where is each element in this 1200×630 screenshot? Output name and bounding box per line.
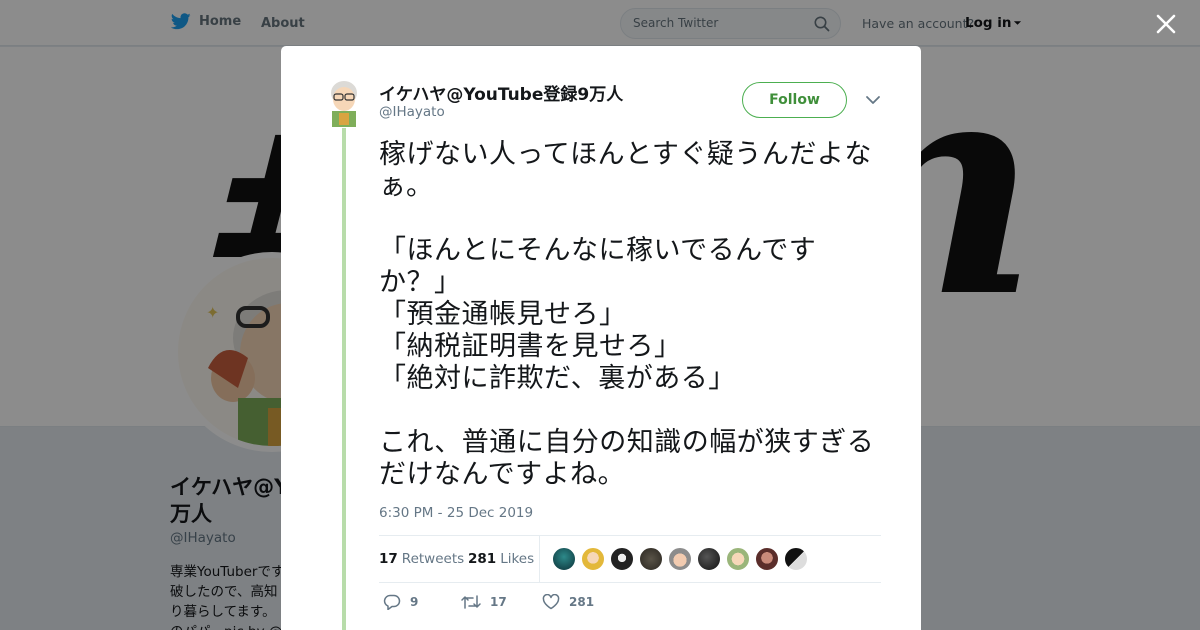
- tweet-stats: 17 Retweets 281 Likes: [379, 535, 881, 583]
- tweet-author-name[interactable]: イケハヤ@YouTube登録9万人: [379, 80, 623, 105]
- tweet-author-avatar[interactable]: [326, 79, 362, 127]
- liker-avatar[interactable]: [610, 547, 634, 571]
- reply-button[interactable]: 9: [383, 594, 418, 610]
- thread-line: [342, 128, 346, 630]
- liker-avatars: [552, 547, 808, 571]
- liker-avatar[interactable]: [784, 547, 808, 571]
- like-stat[interactable]: 281 Likes: [468, 551, 534, 567]
- liker-avatar[interactable]: [697, 547, 721, 571]
- reply-count: 9: [410, 595, 419, 609]
- like-stat-label: Likes: [500, 551, 535, 567]
- liker-avatar[interactable]: [755, 547, 779, 571]
- liker-avatar[interactable]: [726, 547, 750, 571]
- retweet-icon: [461, 595, 481, 609]
- liker-avatar[interactable]: [581, 547, 605, 571]
- reply-icon: [383, 594, 401, 610]
- like-button[interactable]: 281: [542, 594, 594, 610]
- heart-icon: [542, 594, 560, 610]
- retweet-count: 17: [379, 551, 398, 567]
- retweet-action-count: 17: [490, 595, 507, 609]
- liker-avatar[interactable]: [639, 547, 663, 571]
- tweet-actions: 9 17 281: [379, 594, 881, 618]
- retweet-stat-label: Retweets: [401, 551, 465, 567]
- tweet-timestamp[interactable]: 6:30 PM - 25 Dec 2019: [379, 505, 533, 521]
- liker-avatar[interactable]: [552, 547, 576, 571]
- stats-divider: [539, 536, 540, 582]
- close-icon[interactable]: [1153, 11, 1179, 37]
- follow-button[interactable]: Follow: [742, 82, 847, 118]
- like-count: 281: [468, 551, 497, 567]
- like-action-count: 281: [569, 595, 595, 609]
- retweet-stat[interactable]: 17 Retweets: [379, 551, 464, 567]
- tweet-text: 稼げない人ってほんとすぐ疑うんだよなぁ。 「ほんとにそんなに稼いでるんです か？…: [379, 139, 875, 490]
- tweet-modal: イケハヤ@YouTube登録9万人 @IHayato Follow 稼げない人っ…: [281, 46, 921, 630]
- tweet-author-handle[interactable]: @IHayato: [379, 104, 445, 120]
- chevron-down-icon[interactable]: [865, 94, 881, 106]
- liker-avatar[interactable]: [668, 547, 692, 571]
- retweet-button[interactable]: 17: [461, 594, 507, 610]
